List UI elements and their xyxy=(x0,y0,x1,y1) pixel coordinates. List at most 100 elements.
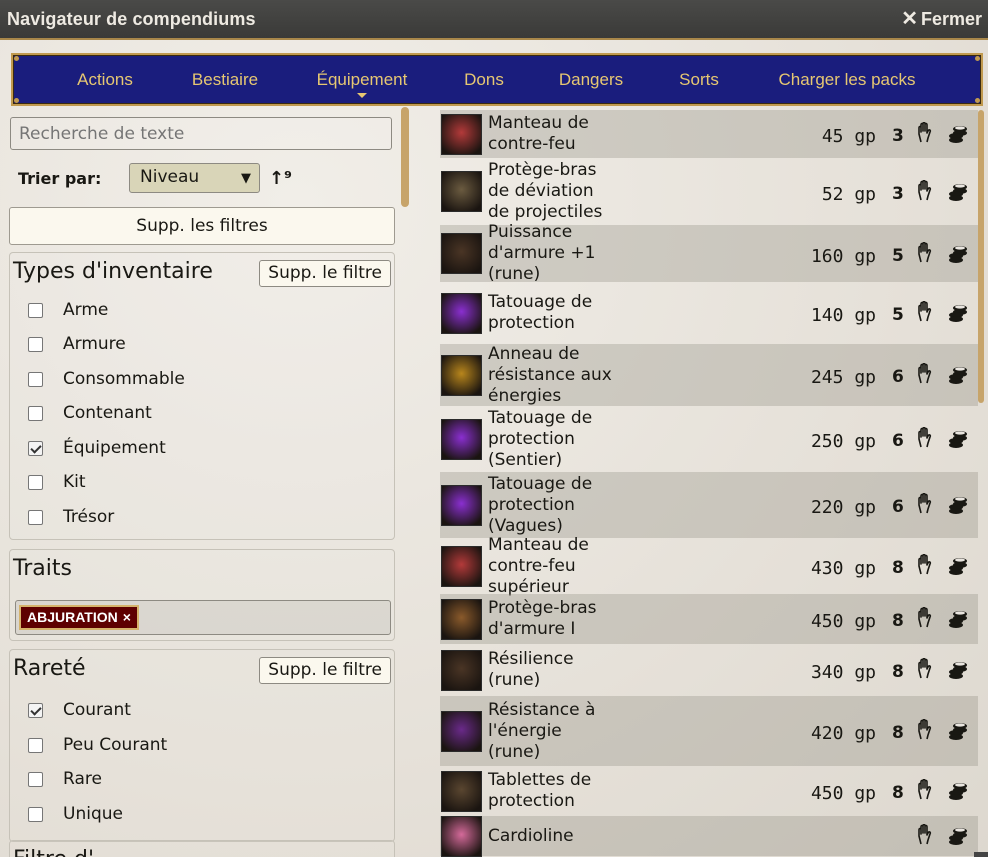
hand-icon[interactable] xyxy=(916,179,934,207)
close-button[interactable]: ✕ Fermer xyxy=(901,9,982,30)
result-row[interactable]: Résilience (rune) 340 gp 8 xyxy=(440,644,978,696)
checkbox-row[interactable]: Kit xyxy=(28,468,86,496)
coins-icon[interactable] xyxy=(947,364,969,386)
result-name[interactable]: Résilience (rune) xyxy=(488,649,668,691)
sort-ascending-icon[interactable]: ↑⁹ xyxy=(269,168,292,189)
checkbox-row[interactable]: Équipement xyxy=(28,434,166,462)
result-name[interactable]: Protège-bras d'armure I xyxy=(488,598,668,640)
coins-icon[interactable] xyxy=(947,608,969,630)
result-name[interactable]: Cardioline xyxy=(488,826,668,847)
result-price: 245 gp xyxy=(810,367,876,388)
coins-icon[interactable] xyxy=(947,428,969,450)
checkbox-row[interactable]: Trésor xyxy=(28,503,114,531)
checkbox-row[interactable]: Courant xyxy=(28,696,131,724)
result-name[interactable]: Protège-bras de déviation de projectiles xyxy=(488,160,668,223)
tab-dons[interactable]: Dons xyxy=(456,55,512,104)
result-row[interactable]: Tatouage de protection (Vagues) 220 gp 6 xyxy=(440,472,978,538)
result-name[interactable]: Tatouage de protection xyxy=(488,292,668,334)
result-name[interactable]: Tatouage de protection (Sentier) xyxy=(488,408,668,471)
tab-sorts[interactable]: Sorts xyxy=(670,55,728,104)
checkbox-label: Peu Courant xyxy=(63,735,168,755)
filter-scrollbar[interactable] xyxy=(401,107,409,207)
hand-icon[interactable] xyxy=(916,553,934,581)
rarity-filter: Rareté Supp. le filtre Courant Peu Coura… xyxy=(9,649,395,842)
result-level: 8 xyxy=(892,783,904,803)
checkbox[interactable] xyxy=(28,771,43,787)
hand-icon[interactable] xyxy=(916,492,934,520)
coins-icon[interactable] xyxy=(947,181,969,203)
checkbox-row[interactable]: Rare xyxy=(28,765,102,793)
tab-actions[interactable]: Actions xyxy=(65,55,145,104)
clear-rarity-filter-button[interactable]: Supp. le filtre xyxy=(259,657,391,684)
results-scrollbar[interactable] xyxy=(978,110,984,403)
checkbox[interactable] xyxy=(28,371,43,387)
clear-all-filters-button[interactable]: Supp. les filtres xyxy=(9,207,395,245)
result-name[interactable]: Tablettes de protection xyxy=(488,770,668,812)
tab-equipement[interactable]: Équipement xyxy=(307,55,417,104)
tab-bestiaire[interactable]: Bestiaire xyxy=(181,55,269,104)
coins-icon[interactable] xyxy=(947,123,969,145)
checkbox-row[interactable]: Consommable xyxy=(28,365,185,393)
result-row[interactable]: Anneau de résistance aux énergies 245 gp 6 xyxy=(440,344,978,406)
result-name[interactable]: Anneau de résistance aux énergies xyxy=(488,344,668,407)
tab-charger-packs[interactable]: Charger les packs xyxy=(768,55,926,104)
hand-icon[interactable] xyxy=(916,823,934,851)
coins-icon[interactable] xyxy=(947,659,969,681)
result-name[interactable]: Puissance d'armure +1 (rune) xyxy=(488,222,668,285)
result-row[interactable]: Tablettes de protection 450 gp 8 xyxy=(440,766,978,816)
result-row[interactable]: Manteau de contre-feu supérieur 430 gp 8 xyxy=(440,535,978,597)
remove-trait-icon[interactable]: × xyxy=(123,607,131,628)
hand-icon[interactable] xyxy=(916,606,934,634)
hand-icon[interactable] xyxy=(916,718,934,746)
clear-inventory-filter-button[interactable]: Supp. le filtre xyxy=(259,260,391,287)
result-row[interactable]: Protège-bras de déviation de projectiles 52… xyxy=(440,158,978,225)
checkbox-row[interactable]: Unique xyxy=(28,800,123,828)
trait-tag[interactable]: ABJURATION × xyxy=(19,605,139,630)
coins-icon[interactable] xyxy=(947,494,969,516)
result-row[interactable]: Protège-bras d'armure I 450 gp 8 xyxy=(440,594,978,644)
checkbox[interactable] xyxy=(28,336,43,352)
checkbox[interactable] xyxy=(28,806,43,822)
checkbox[interactable] xyxy=(28,474,43,490)
checkbox-row[interactable]: Arme xyxy=(28,296,108,324)
resize-handle[interactable] xyxy=(974,852,988,857)
tab-dangers[interactable]: Dangers xyxy=(551,55,631,104)
coins-icon[interactable] xyxy=(947,243,969,265)
hand-icon[interactable] xyxy=(916,362,934,390)
coins-icon[interactable] xyxy=(947,780,969,802)
result-row[interactable]: Résistance à l'énergie (rune) 420 gp 8 xyxy=(440,696,978,766)
checkbox-row[interactable]: Contenant xyxy=(28,399,152,427)
hand-icon[interactable] xyxy=(916,657,934,685)
coins-icon[interactable] xyxy=(947,555,969,577)
checkbox-checked[interactable] xyxy=(28,440,43,456)
coins-icon[interactable] xyxy=(947,825,969,847)
checkbox[interactable] xyxy=(28,509,43,525)
hand-icon[interactable] xyxy=(916,778,934,806)
checkbox[interactable] xyxy=(28,302,43,318)
cloak-icon xyxy=(441,114,482,155)
result-name[interactable]: Résistance à l'énergie (rune) xyxy=(488,700,668,763)
coins-icon[interactable] xyxy=(947,720,969,742)
hand-icon[interactable] xyxy=(916,241,934,269)
search-input[interactable] xyxy=(10,117,392,150)
coins-icon[interactable] xyxy=(947,302,969,324)
hand-icon[interactable] xyxy=(916,300,934,328)
checkbox-row[interactable]: Armure xyxy=(28,330,126,358)
checkbox-row[interactable]: Peu Courant xyxy=(28,731,167,759)
checkbox[interactable] xyxy=(28,405,43,421)
traits-input[interactable]: ABJURATION × xyxy=(15,600,391,635)
hand-icon[interactable] xyxy=(916,426,934,454)
checkbox[interactable] xyxy=(28,737,43,753)
result-row[interactable]: Tatouage de protection 140 gp 5 xyxy=(440,282,978,344)
result-row[interactable]: Cardioline xyxy=(440,816,978,857)
sort-select[interactable]: Niveau ▼ xyxy=(129,163,260,193)
checkbox-checked[interactable] xyxy=(28,702,43,718)
result-row[interactable]: Manteau de contre-feu 45 gp 3 xyxy=(440,110,978,158)
result-name[interactable]: Tatouage de protection (Vagues) xyxy=(488,474,668,537)
result-name[interactable]: Manteau de contre-feu supérieur xyxy=(488,535,668,598)
result-row[interactable]: Puissance d'armure +1 (rune) 160 gp 5 xyxy=(440,222,978,285)
result-name[interactable]: Manteau de contre-feu xyxy=(488,113,668,155)
result-row[interactable]: Tatouage de protection (Sentier) 250 gp 6 xyxy=(440,406,978,472)
hand-icon[interactable] xyxy=(916,121,934,149)
result-level: 8 xyxy=(892,662,904,682)
